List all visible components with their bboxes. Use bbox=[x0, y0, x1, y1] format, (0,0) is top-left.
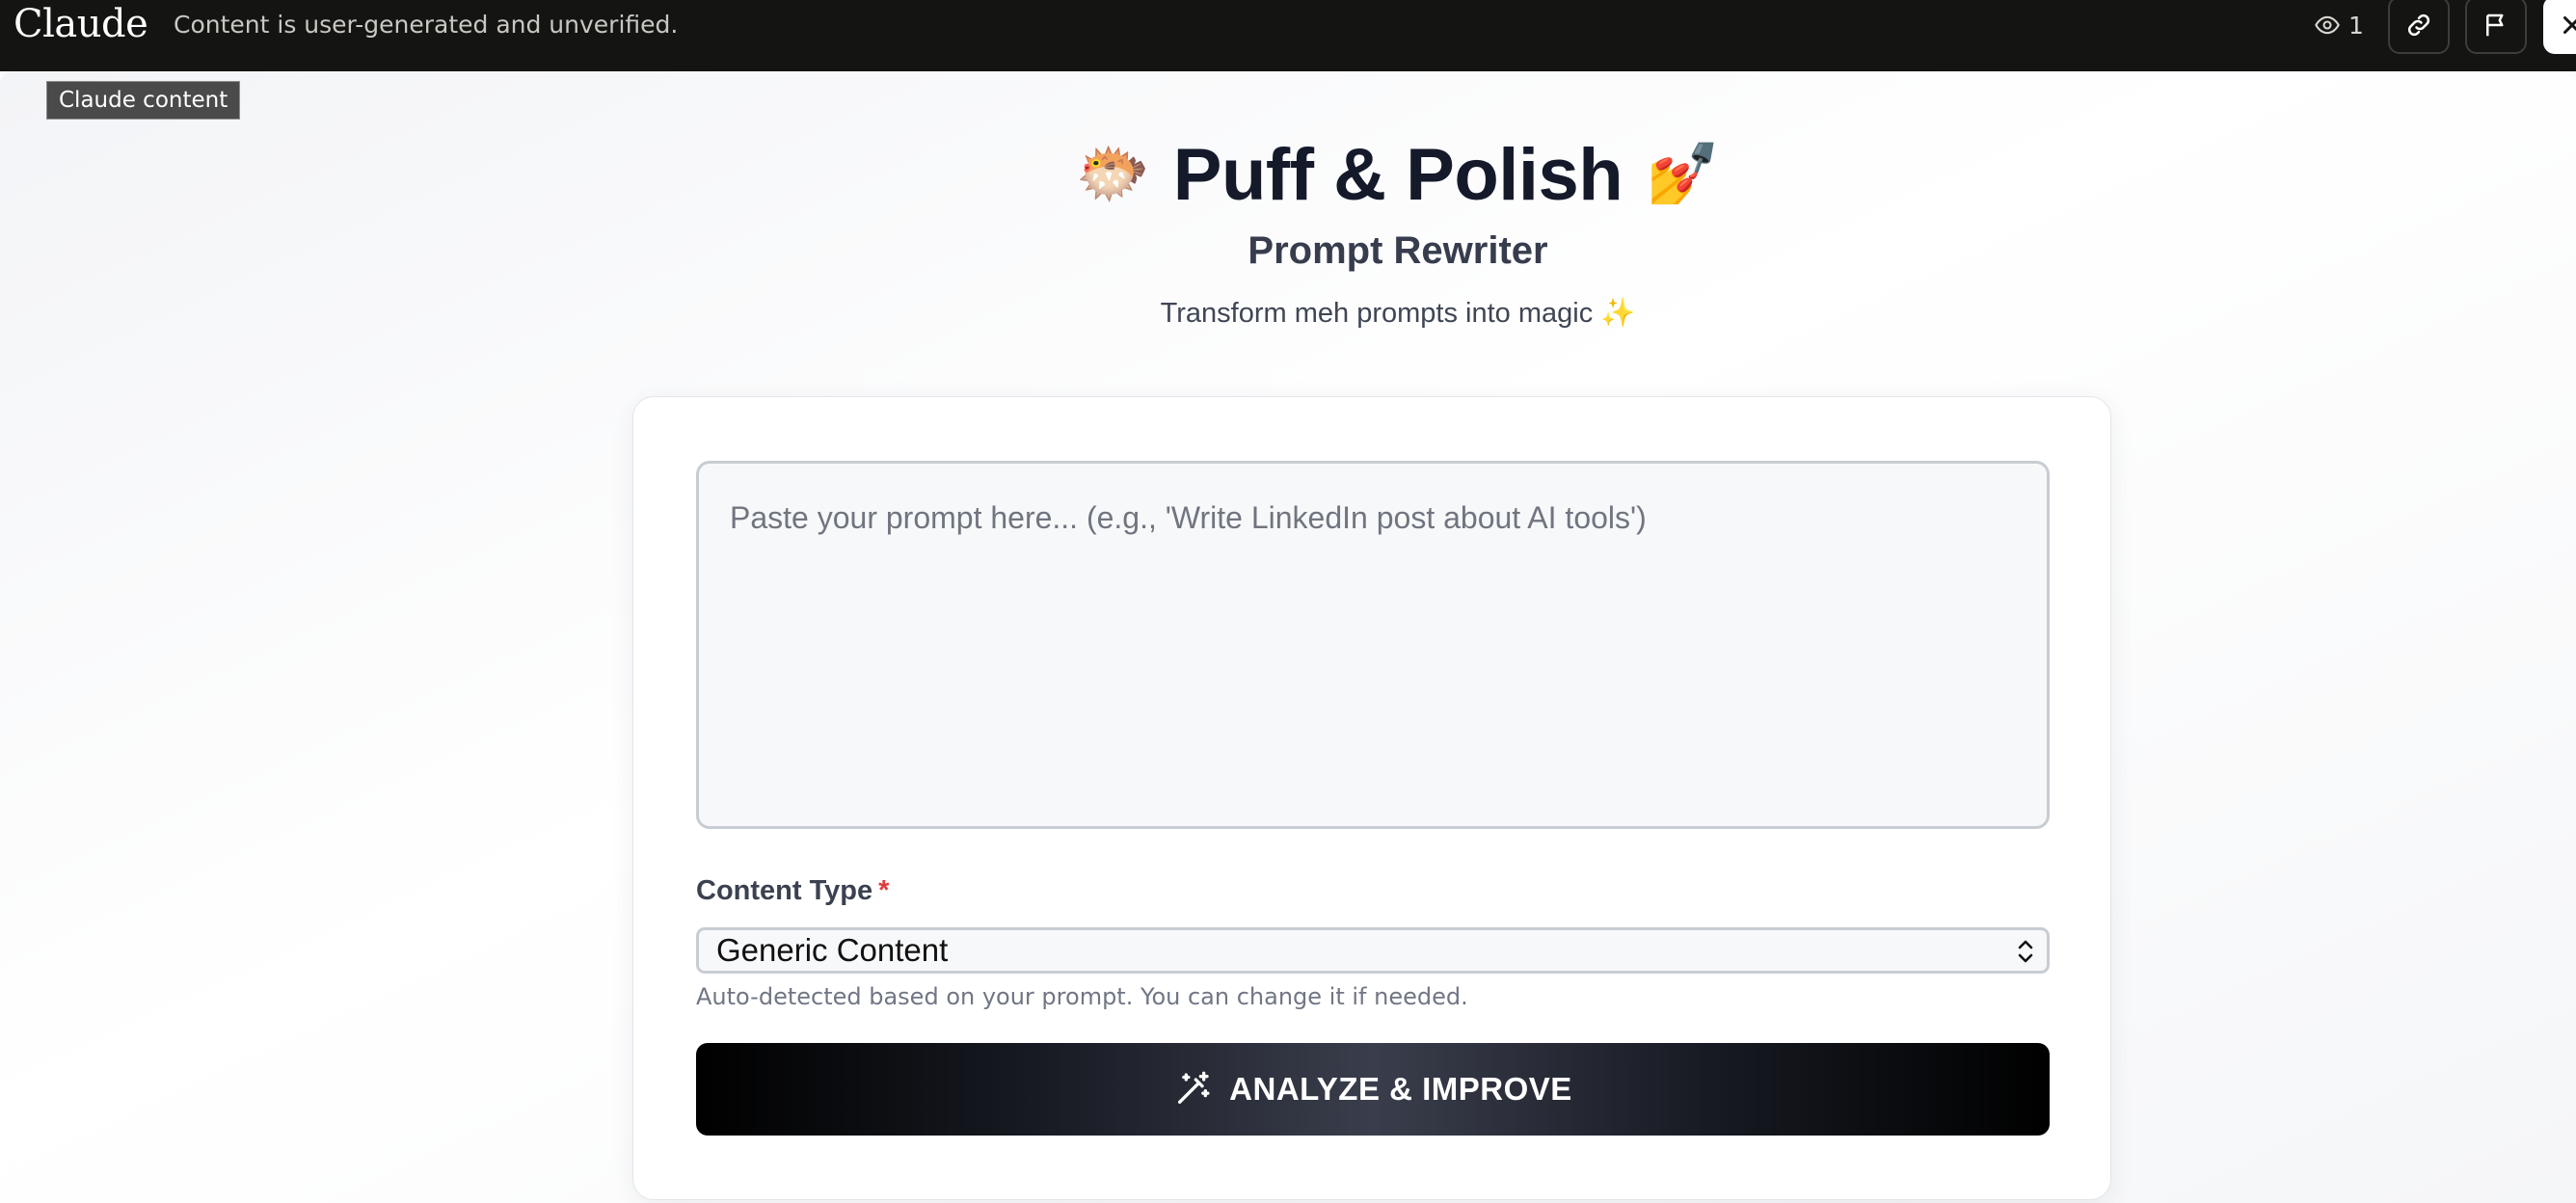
page-title: Puff & Polish bbox=[1172, 133, 1623, 216]
claude-logo[interactable]: Claude bbox=[13, 2, 148, 46]
analyze-improve-label: ANALYZE & IMPROVE bbox=[1229, 1071, 1572, 1107]
analyze-improve-button[interactable]: ANALYZE & IMPROVE bbox=[696, 1043, 2050, 1136]
page-tagline: Transform meh prompts into magic ✨ bbox=[1160, 298, 1636, 329]
report-button[interactable] bbox=[2465, 0, 2527, 54]
flag-icon bbox=[2486, 13, 2504, 37]
content-type-selected: Generic Content bbox=[716, 932, 949, 968]
magic-wand-icon bbox=[1178, 1071, 1210, 1104]
content-type-label-text: Content Type bbox=[696, 875, 873, 906]
content-notice: Content is user-generated and unverified… bbox=[174, 11, 679, 39]
nail-polish-emoji-icon: 💅 bbox=[1646, 141, 1721, 207]
close-button[interactable] bbox=[2543, 0, 2576, 54]
content-type-helper: Auto-detected based on your prompt. You … bbox=[696, 983, 1468, 1010]
page-subtitle: Prompt Rewriter bbox=[1248, 229, 1548, 272]
view-count: 1 bbox=[2348, 11, 2364, 40]
content-type-label: Content Type * bbox=[696, 875, 889, 907]
top-bar: Claude Content is user-generated and unv… bbox=[0, 0, 2576, 71]
copy-link-button[interactable] bbox=[2388, 0, 2450, 54]
claude-content-tooltip: Claude content bbox=[46, 81, 241, 120]
prompt-input[interactable] bbox=[696, 461, 2050, 829]
rewriter-card: Content Type* Generic Content Auto-detec… bbox=[632, 396, 2111, 1200]
eye-icon bbox=[2315, 15, 2340, 35]
required-marker: * bbox=[878, 875, 890, 906]
blowfish-emoji-icon: 🐡 bbox=[1075, 141, 1150, 207]
select-arrows-icon bbox=[2018, 940, 2033, 963]
close-icon bbox=[2563, 16, 2576, 34]
view-counter: 1 bbox=[2314, 8, 2364, 42]
link-icon bbox=[2407, 13, 2430, 37]
content-type-select[interactable]: Generic Content bbox=[696, 927, 2050, 974]
app-title: 🐡 Puff & Polish 💅 bbox=[1060, 131, 1735, 218]
